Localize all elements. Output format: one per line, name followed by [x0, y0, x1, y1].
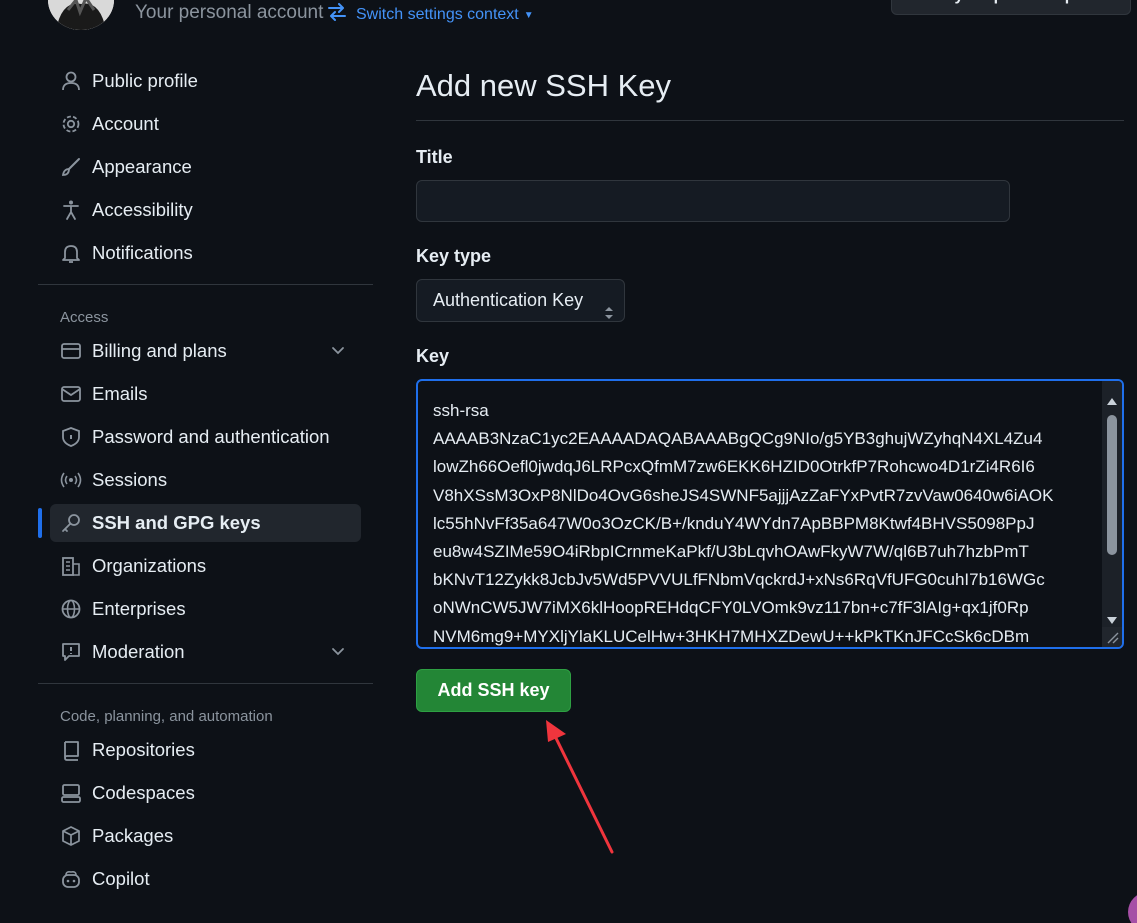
sidebar-item-label: Sessions	[92, 469, 168, 490]
sidebar-item-label: Copilot	[92, 868, 150, 889]
sidebar-item-label: Organizations	[92, 555, 207, 576]
mail-icon	[60, 383, 82, 405]
sidebar-item-packages[interactable]: Packages	[50, 817, 361, 855]
paintbrush-icon	[60, 156, 82, 178]
credit-card-icon	[60, 340, 82, 362]
sidebar-item-label: Packages	[92, 825, 174, 846]
sidebar-item-label: Emails	[92, 383, 148, 404]
switch-settings-context-link[interactable]: Switch settings context ▼	[327, 3, 534, 26]
page-title: Add new SSH Key	[416, 68, 672, 103]
textarea-scrollbar[interactable]	[1102, 381, 1122, 631]
sidebar-divider	[38, 683, 373, 684]
arrow-switch-icon	[327, 3, 347, 26]
sidebar-item-accessibility[interactable]: Accessibility	[50, 191, 361, 229]
settings-sidebar: Public profile Account Appearance Access…	[38, 62, 373, 898]
sidebar-item-label: Notifications	[92, 242, 193, 263]
sidebar-item-label: Password and authentication	[92, 426, 330, 447]
title-divider	[416, 120, 1124, 121]
resize-handle-icon[interactable]	[1102, 627, 1122, 647]
sidebar-item-label: Enterprises	[92, 598, 186, 619]
key-line: AAAAB3NzaC1yc2EAAAADAQABAAABgQCg9NIo/g5Y…	[433, 429, 1043, 449]
sidebar-item-notifications[interactable]: Notifications	[50, 234, 361, 272]
broadcast-icon	[60, 469, 82, 491]
section-title-code: Code, planning, and automation	[60, 708, 273, 725]
key-icon	[60, 512, 82, 534]
key-line: V8hXSsM3OxP8NlDo4OvG6sheJS4SWNF5ajjjAzZa…	[433, 485, 1054, 505]
sidebar-item-repositories[interactable]: Repositories	[50, 731, 361, 769]
sidebar-item-moderation[interactable]: Moderation	[50, 633, 361, 671]
chevron-down-icon[interactable]	[329, 643, 347, 661]
key-type-select[interactable]: Authentication Key	[416, 279, 625, 322]
shield-lock-icon	[60, 426, 82, 448]
scrollbar-thumb[interactable]	[1107, 415, 1117, 555]
title-field-label: Title	[416, 147, 453, 167]
key-field-label: Key	[416, 346, 450, 366]
sidebar-item-label: Account	[92, 113, 159, 134]
account-context-label: Your personal account	[135, 2, 324, 23]
annotation-arrow-icon	[546, 720, 614, 854]
repo-icon	[60, 739, 82, 761]
sidebar-item-label: Billing and plans	[92, 340, 227, 361]
add-ssh-key-button[interactable]: Add SSH key	[416, 669, 571, 712]
copilot-icon	[60, 868, 82, 890]
sidebar-divider	[38, 284, 373, 285]
sidebar-item-copilot[interactable]: Copilot	[50, 860, 361, 898]
globe-icon	[60, 598, 82, 620]
sidebar-item-label: Public profile	[92, 70, 198, 91]
section-title-access: Access	[60, 309, 109, 326]
scroll-up-arrow-icon[interactable]	[1106, 393, 1118, 405]
person-icon	[60, 70, 82, 92]
key-line: lowZh66Oefl0jwdqJ6LRPcxQfmM7zw6EKK6HZID0…	[433, 457, 1035, 477]
sidebar-item-sessions[interactable]: Sessions	[50, 461, 361, 499]
sidebar-item-label: Accessibility	[92, 199, 193, 220]
floating-avatar-icon[interactable]	[1128, 892, 1137, 923]
sidebar-item-label: SSH and GPG keys	[92, 512, 261, 533]
sidebar-item-organizations[interactable]: Organizations	[50, 547, 361, 585]
sidebar-item-password-auth[interactable]: Password and authentication	[50, 418, 361, 456]
sidebar-item-enterprises[interactable]: Enterprises	[50, 590, 361, 628]
key-type-selected-value: Authentication Key	[433, 290, 584, 310]
sidebar-item-appearance[interactable]: Appearance	[50, 148, 361, 186]
avatar[interactable]	[48, 0, 114, 30]
key-textarea-content: ssh-rsa AAAAB3NzaC1yc2EAAAADAQABAAABgQCg9…	[433, 397, 1103, 647]
key-line: eu8w4SZIMe59O4iRbpICrnmeKaPkf/U3bLqvhOAw…	[433, 542, 1029, 562]
accessibility-icon	[60, 199, 82, 221]
key-line: ssh-rsa	[433, 401, 489, 420]
key-line: NVM6mg9+MYXljYlaKLUCelHw+3HKH7MHXZDewU++…	[433, 626, 1030, 646]
organization-icon	[60, 555, 82, 577]
key-type-label: Key type	[416, 246, 492, 266]
key-line: bKNvT12Zykk8JcbJv5Wd5PVVULfFNbmVqckrdJ+x…	[433, 570, 1045, 590]
go-to-profile-button[interactable]: Go to your personal profile	[891, 0, 1131, 15]
switch-context-label: Switch settings context	[356, 5, 519, 23]
sidebar-item-label: Moderation	[92, 641, 185, 662]
select-arrows-icon	[604, 294, 614, 319]
scroll-down-arrow-icon[interactable]	[1106, 613, 1118, 624]
sidebar-item-billing[interactable]: Billing and plans	[50, 332, 361, 370]
sidebar-item-ssh-gpg-keys[interactable]: SSH and GPG keys	[38, 504, 361, 542]
key-line: lc55hNvFf35a647W0o3OzCK/B+/knduY4WYdn7Ap…	[433, 513, 1035, 533]
bell-icon	[60, 242, 82, 264]
chevron-down-icon[interactable]	[329, 342, 347, 360]
codespaces-icon	[60, 782, 82, 804]
gear-icon	[60, 113, 82, 135]
caret-down-icon: ▼	[523, 10, 534, 21]
sidebar-item-public-profile[interactable]: Public profile	[50, 62, 361, 100]
sidebar-item-label: Appearance	[92, 156, 192, 177]
sidebar-item-label: Codespaces	[92, 782, 195, 803]
key-textarea[interactable]: ssh-rsa AAAAB3NzaC1yc2EAAAADAQABAAABgQCg9…	[416, 379, 1124, 649]
key-line: oNWnCW5JW7iMX6klHoopREHdqCFY0LVOmk9vz117…	[433, 598, 1029, 618]
sidebar-item-codespaces[interactable]: Codespaces	[50, 774, 361, 812]
title-input[interactable]	[416, 180, 1010, 222]
settings-page: Your personal account Switch settings co…	[0, 0, 1137, 923]
sidebar-item-emails[interactable]: Emails	[50, 375, 361, 413]
package-icon	[60, 825, 82, 847]
sidebar-item-account[interactable]: Account	[50, 105, 361, 143]
sidebar-item-label: Repositories	[92, 739, 195, 760]
report-icon	[60, 641, 82, 663]
